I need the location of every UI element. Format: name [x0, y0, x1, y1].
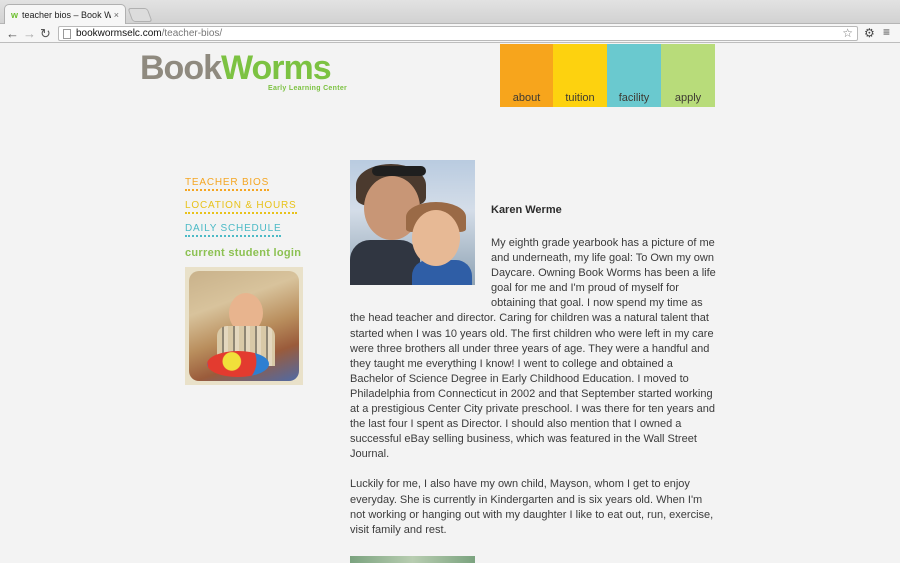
portrait-body-adult	[350, 240, 420, 285]
next-teacher-photo	[350, 556, 475, 563]
tab-close-icon[interactable]: ×	[114, 10, 119, 20]
sunglasses-icon	[372, 166, 426, 176]
sidebar: TEACHER BIOS LOCATION & HOURS DAILY SCHE…	[185, 172, 345, 385]
main-nav: about tuition facility apply	[500, 44, 715, 107]
teacher-name: Karen Werme	[491, 204, 562, 216]
browser-tabstrip: w teacher bios – Book Worms ×	[0, 0, 900, 24]
bio-paragraph-1-top: My eighth grade yearbook has a picture o…	[491, 237, 716, 310]
browser-tab[interactable]: w teacher bios – Book Worms ×	[4, 4, 126, 24]
nav-tuition[interactable]: tuition	[553, 44, 607, 107]
url-host: bookwormselc.com	[76, 28, 162, 39]
address-bar[interactable]: bookwormselc.com/teacher-bios/ ☆	[58, 26, 858, 41]
portrait-face-child	[412, 210, 460, 266]
nav-about[interactable]: about	[500, 44, 553, 107]
forward-icon[interactable]: →	[23, 25, 36, 42]
nav-apply[interactable]: apply	[661, 44, 715, 107]
logo-word-worms: Worms	[221, 49, 332, 87]
sidebar-link-teacher-bios[interactable]: TEACHER BIOS	[185, 176, 270, 191]
url-path: /teacher-bios/	[161, 28, 223, 39]
menu-icon[interactable]: ≡	[883, 25, 890, 39]
student-login-heading[interactable]: current student login	[185, 247, 301, 259]
sidebar-link-location-hours[interactable]: LOCATION & HOURS	[185, 199, 297, 214]
favicon-icon: w	[11, 9, 19, 20]
main-content: Karen Werme My eighth grade yearbook has…	[350, 160, 718, 538]
logo-tagline: Early Learning Center	[268, 85, 348, 92]
student-photo-toy	[207, 351, 269, 377]
settings-icon[interactable]: ⚙	[864, 26, 875, 40]
bio-paragraph-2: Luckily for me, I also have my own child…	[350, 478, 714, 536]
reload-icon[interactable]: ↻	[40, 25, 51, 42]
new-tab-button[interactable]	[127, 8, 153, 22]
logo-wordmark: BookWorms	[140, 48, 332, 88]
tab-title: teacher bios – Book Worms	[22, 9, 111, 20]
logo-word-book: Book	[140, 49, 222, 87]
browser-toolbar: ← → ↻ bookwormselc.com/teacher-bios/ ☆	[0, 24, 900, 43]
bio-paragraph-1-rest: the head teacher and director. Caring fo…	[350, 312, 716, 461]
site-logo[interactable]: BookWorms Early Learning Center	[140, 48, 355, 94]
nav-facility[interactable]: facility	[607, 44, 661, 107]
back-icon[interactable]: ←	[6, 25, 19, 42]
student-photo-image	[189, 271, 299, 381]
page-icon	[63, 28, 71, 39]
student-photo[interactable]	[185, 267, 303, 385]
teacher-portrait	[350, 160, 475, 285]
sidebar-link-daily-schedule[interactable]: DAILY SCHEDULE	[185, 222, 282, 237]
bookmark-star-icon[interactable]: ☆	[842, 26, 853, 40]
